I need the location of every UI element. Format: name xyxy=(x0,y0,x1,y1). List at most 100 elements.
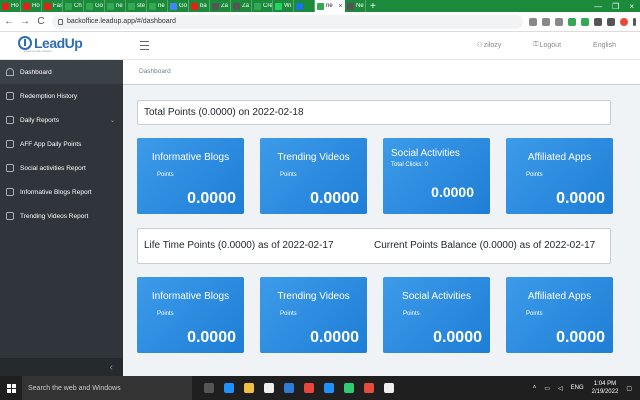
logout-label: Logout xyxy=(539,41,562,49)
taskbar-app-icon[interactable] xyxy=(224,383,234,393)
tile-title: Trending Videos xyxy=(277,291,350,302)
tab-title: Ho xyxy=(11,3,19,9)
breadcrumb: Dashboard xyxy=(123,60,640,85)
tile-trending-videos[interactable]: Trending Videos Points 0.0000 xyxy=(260,138,367,214)
tile-affiliated-apps[interactable]: Affiliated Apps Points 0.0000 xyxy=(506,138,613,214)
sidebar-item-daily-reports[interactable]: Daily Reports ⌄ xyxy=(0,108,123,132)
main-content: Dashboard Total Points (0.0000) on 2022-… xyxy=(123,60,640,376)
browser-tab[interactable]: ne × xyxy=(315,0,345,12)
reading-list-icon[interactable] xyxy=(607,17,615,26)
tile-subtitle: Points xyxy=(280,311,297,317)
taskbar-search-input[interactable]: Search the web and Windows xyxy=(22,376,192,400)
language-indicator[interactable]: ENG xyxy=(571,385,584,391)
tab-favicon-icon xyxy=(86,2,93,10)
taskbar-app-icon[interactable] xyxy=(364,383,374,393)
sidebar-item-informative-blogs-report[interactable]: Informative Blogs Report xyxy=(0,180,123,204)
browser-tab[interactable]: Ho xyxy=(21,0,42,12)
back-arrow-icon[interactable]: ← xyxy=(4,16,14,27)
browser-tab[interactable]: Ho xyxy=(0,0,21,12)
key-icon[interactable] xyxy=(529,17,537,26)
tile-social-activities[interactable]: Social Activities Points 0.0000 xyxy=(383,277,490,353)
sidebar-item-label: AFF App Daily Points xyxy=(20,140,82,148)
menu-dots-icon[interactable] xyxy=(633,17,636,26)
sidebar-item-label: Dashboard xyxy=(20,68,52,76)
tile-title: Social Activities xyxy=(402,291,471,302)
sidebar-item-aff-app-daily-points[interactable]: AFF App Daily Points xyxy=(0,132,123,156)
browser-tab[interactable]: ne xyxy=(147,0,168,12)
tile-informative-blogs[interactable]: Informative Blogs Points 0.0000 xyxy=(137,277,244,353)
close-window-icon[interactable]: × xyxy=(629,2,634,11)
notifications-icon[interactable]: ▢ xyxy=(626,385,632,392)
taskbar-app-icon[interactable] xyxy=(344,383,354,393)
maximize-icon[interactable]: ❐ xyxy=(612,2,619,11)
address-bar: ← → C backoffice.leadup.app/#/dashboard xyxy=(0,12,640,32)
browser-tab[interactable]: Ne xyxy=(345,0,366,12)
taskbar-app-icon[interactable] xyxy=(244,383,254,393)
tab-favicon-icon xyxy=(44,2,51,10)
browser-tab[interactable]: Ch xyxy=(63,0,84,12)
profile-avatar[interactable] xyxy=(620,17,628,26)
tab-title: ne xyxy=(326,3,333,9)
browser-tab[interactable]: ste xyxy=(126,0,147,12)
volume-icon[interactable]: ◁ xyxy=(558,385,563,392)
sidebar-item-social-activities-report[interactable]: Social activities Report xyxy=(0,156,123,180)
minimize-icon[interactable]: — xyxy=(594,2,602,11)
tile-social-activities[interactable]: Social Activities Total Clicks: 0 0.0000 xyxy=(383,138,490,214)
tile-affiliated-apps[interactable]: Affiliated Apps Points 0.0000 xyxy=(506,277,613,353)
close-tab-icon[interactable]: × xyxy=(337,3,344,10)
browser-tab[interactable]: Go xyxy=(168,0,189,12)
browser-tab[interactable]: Cre xyxy=(252,0,273,12)
tile-title: Social Activities xyxy=(391,148,460,159)
taskbar-app-icon[interactable] xyxy=(284,383,294,393)
sidebar-item-dashboard[interactable]: Dashboard xyxy=(0,60,123,84)
user-menu[interactable]: ⚇ zilozy xyxy=(476,41,501,50)
clock[interactable]: 1:04 PM 2/19/2022 xyxy=(592,380,619,396)
extension-icon[interactable] xyxy=(568,17,576,26)
tile-value: 0.0000 xyxy=(187,329,236,346)
browser-tab[interactable]: ba xyxy=(189,0,210,12)
language-select[interactable]: English xyxy=(593,42,616,49)
browser-tab[interactable]: Za xyxy=(210,0,231,12)
header-actions: ⚇ zilozy ⚿ Logout English xyxy=(476,41,616,49)
sidebar-item-redemption-history[interactable]: Redemption History xyxy=(0,84,123,108)
breadcrumb-item[interactable]: Dashboard xyxy=(139,68,171,75)
browser-tab[interactable]: Za xyxy=(231,0,252,12)
browser-tab[interactable] xyxy=(294,0,315,12)
tab-favicon-icon xyxy=(254,2,261,10)
browser-tab[interactable]: Wi xyxy=(273,0,294,12)
browser-tab[interactable]: ne xyxy=(105,0,126,12)
taskbar-app-icon[interactable] xyxy=(304,383,314,393)
logout-button[interactable]: ⚿ Logout xyxy=(533,41,561,49)
taskbar-app-icon[interactable] xyxy=(324,383,334,393)
forward-arrow-icon[interactable]: → xyxy=(20,16,30,27)
system-tray: ˄ ▭ ◁ ENG 1:04 PM 2/19/2022 ▢ xyxy=(533,380,640,396)
reload-icon[interactable]: C xyxy=(36,16,46,27)
share-icon[interactable] xyxy=(542,17,550,26)
tab-favicon-icon xyxy=(23,2,30,10)
puzzle-icon[interactable] xyxy=(594,17,602,26)
chevron-up-icon[interactable]: ˄ xyxy=(533,385,537,391)
star-icon[interactable] xyxy=(555,17,563,26)
taskbar-app-icon[interactable] xyxy=(204,383,214,393)
sidebar-collapse-button[interactable]: ‹ xyxy=(0,358,123,376)
network-icon[interactable]: ▭ xyxy=(544,385,550,392)
hamburger-menu-icon[interactable] xyxy=(140,41,149,53)
browser-tab[interactable]: Go xyxy=(84,0,105,12)
report-icon xyxy=(6,164,14,172)
tab-title: ste xyxy=(137,3,146,9)
sidebar-item-trending-videos-report[interactable]: Trending Videos Report xyxy=(0,204,123,228)
chevron-down-icon: ⌄ xyxy=(109,117,115,124)
tile-subtitle: Points xyxy=(280,172,297,178)
browser-tab[interactable]: Fas xyxy=(42,0,63,12)
tile-trending-videos[interactable]: Trending Videos Points 0.0000 xyxy=(260,277,367,353)
url-input[interactable]: backoffice.leadup.app/#/dashboard xyxy=(52,14,523,29)
new-tab-button[interactable]: + xyxy=(370,1,376,12)
tab-title: ne xyxy=(158,3,165,9)
tile-value: 0.0000 xyxy=(431,184,474,200)
tile-informative-blogs[interactable]: Informative Blogs Points 0.0000 xyxy=(137,138,244,214)
taskbar-app-icon[interactable] xyxy=(384,383,394,393)
start-button[interactable] xyxy=(0,376,22,400)
taskbar-app-icon[interactable] xyxy=(264,383,274,393)
extension-icon[interactable] xyxy=(581,17,589,26)
tile-value: 0.0000 xyxy=(433,329,482,346)
